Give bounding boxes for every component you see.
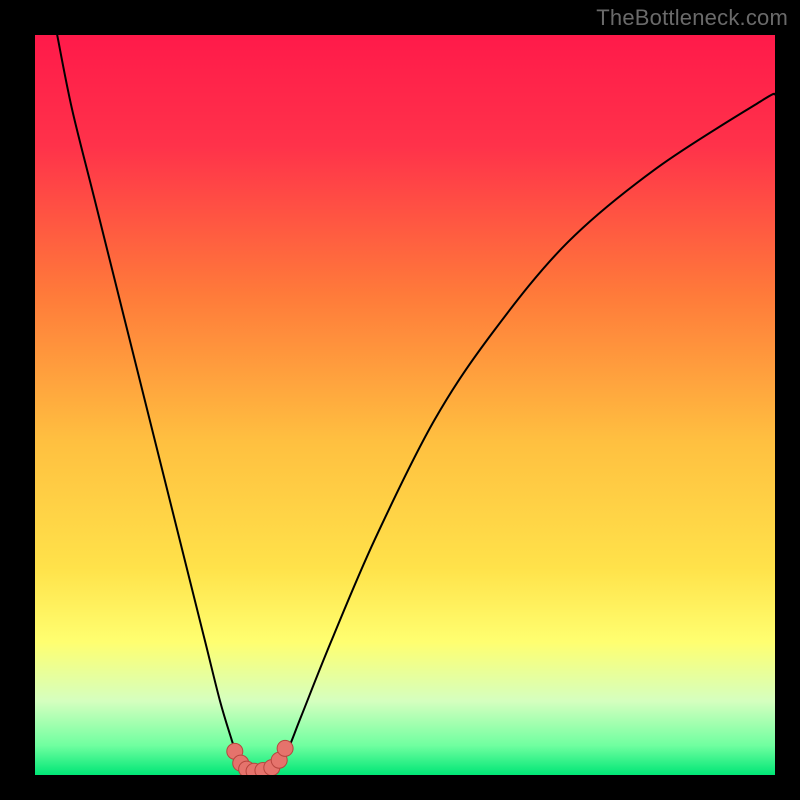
chart-frame: TheBottleneck.com bbox=[0, 0, 800, 800]
dot bbox=[277, 740, 293, 756]
watermark-text: TheBottleneck.com bbox=[596, 5, 788, 31]
bottleneck-chart bbox=[35, 35, 775, 775]
